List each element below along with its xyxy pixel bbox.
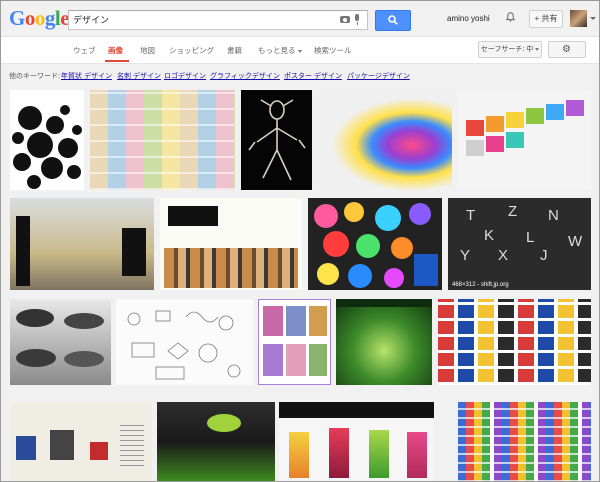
tab-more[interactable]: もっと見る (258, 45, 302, 56)
safesearch-label: セーフサーチ: 中 (480, 46, 534, 53)
related-link[interactable]: 名刺 デザイン (117, 71, 161, 81)
image-result[interactable] (318, 90, 452, 190)
svg-text:N: N (548, 207, 559, 224)
image-result[interactable] (116, 299, 253, 385)
search-icon (388, 15, 398, 25)
search-input[interactable] (73, 11, 333, 28)
bell-icon[interactable] (506, 12, 515, 22)
tab-web[interactable]: ウェブ (73, 45, 96, 56)
related-link[interactable]: ポスター デザイン (284, 71, 342, 81)
image-result[interactable] (438, 299, 591, 385)
tab-images[interactable]: 画像 (108, 45, 123, 56)
gear-icon: ⚙ (562, 44, 571, 55)
google-logo[interactable]: Google (9, 7, 70, 29)
image-result[interactable] (10, 90, 84, 190)
image-result[interactable] (458, 90, 591, 190)
svg-text:Y: Y (460, 247, 470, 264)
image-caption: 468×312 - shift.jp.org (452, 282, 509, 288)
image-result[interactable] (10, 299, 111, 385)
image-result[interactable] (279, 402, 434, 481)
image-result[interactable] (241, 90, 312, 190)
tab-maps[interactable]: 地図 (140, 45, 155, 56)
image-result[interactable]: T Z N K L Y X J W 468×312 - shift.jp.org (448, 198, 591, 290)
svg-text:K: K (484, 227, 494, 244)
related-link[interactable]: 年賀状 デザイン (61, 71, 112, 81)
result-thumbnail (12, 105, 82, 189)
tab-more-label: もっと見る (258, 46, 296, 55)
image-result[interactable] (157, 402, 275, 481)
browser-frame: Google amino yoshi + 共有 ウェブ 画像 地図 ショッピング… (0, 0, 600, 482)
tab-search-tools[interactable]: 検索ツール (314, 45, 352, 56)
svg-text:T: T (466, 207, 475, 224)
search-box[interactable] (68, 10, 368, 30)
search-button[interactable] (375, 10, 411, 31)
active-tab-indicator (105, 60, 129, 62)
svg-text:Z: Z (508, 203, 517, 220)
chevron-down-icon (535, 47, 540, 51)
chevron-down-icon[interactable] (590, 17, 596, 20)
result-thumbnail: T Z N K L Y X J W (460, 203, 583, 264)
related-link[interactable]: ロゴデザイン (164, 71, 206, 81)
related-link[interactable]: パッケージデザイン (347, 71, 410, 81)
settings-button[interactable]: ⚙ (548, 41, 586, 58)
top-bar: Google amino yoshi + 共有 (1, 1, 599, 37)
image-result[interactable] (10, 402, 152, 481)
avatar[interactable] (570, 10, 587, 27)
image-results-grid: T Z N K L Y X J W 468×312 - shift.jp.org (1, 86, 599, 481)
microphone-icon[interactable] (355, 14, 359, 25)
result-thumbnail (314, 202, 438, 288)
tab-books[interactable]: 書籍 (227, 45, 242, 56)
image-result[interactable] (10, 198, 154, 290)
safesearch-dropdown[interactable]: セーフサーチ: 中 (478, 41, 542, 58)
image-result[interactable] (308, 198, 442, 290)
svg-text:X: X (498, 247, 508, 264)
svg-text:W: W (568, 233, 583, 250)
image-result[interactable] (90, 90, 235, 190)
image-result[interactable] (458, 402, 591, 481)
result-thumbnail (248, 99, 306, 181)
svg-text:L: L (526, 229, 534, 246)
related-label: 他のキーワード: (9, 73, 60, 80)
chevron-down-icon (297, 49, 302, 53)
image-result[interactable] (258, 299, 331, 385)
result-thumbnail (127, 310, 241, 380)
related-link[interactable]: グラフィックデザイン (210, 71, 280, 81)
image-result[interactable] (160, 198, 302, 290)
tab-shopping[interactable]: ショッピング (169, 45, 214, 56)
camera-icon[interactable] (340, 16, 350, 23)
share-button[interactable]: + 共有 (529, 10, 563, 28)
svg-text:J: J (540, 247, 548, 264)
image-result[interactable] (336, 299, 432, 385)
user-name[interactable]: amino yoshi (447, 14, 490, 23)
related-searches: 他のキーワード: 年賀状 デザイン 名刺 デザイン ロゴデザイン グラフィックデ… (1, 64, 599, 86)
